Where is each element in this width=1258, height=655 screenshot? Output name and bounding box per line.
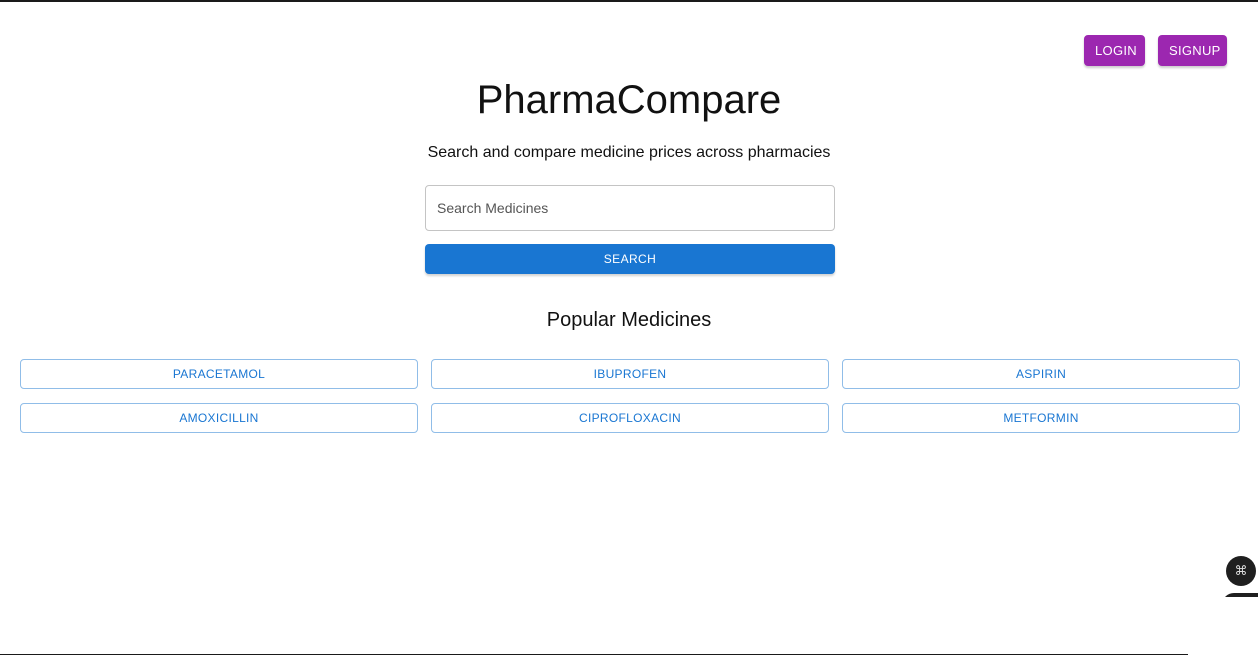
command-icon: ⌘ [1234,563,1248,578]
page-title: PharmaCompare [476,78,782,122]
popular-medicines-heading: Popular Medicines [546,309,712,331]
search-field [425,185,835,231]
medicine-button-amoxicillin[interactable]: AMOXICILLIN [20,403,418,433]
top-border [0,0,1258,2]
page-footer-area [1190,597,1258,654]
search-input[interactable] [426,186,834,230]
medicine-button-ibuprofen[interactable]: IBUPROFEN [431,359,829,389]
login-button[interactable]: LOGIN [1084,35,1145,66]
medicine-button-metformin[interactable]: METFORMIN [842,403,1240,433]
medicine-button-paracetamol[interactable]: PARACETAMOL [20,359,418,389]
auth-buttons: LOGIN SIGNUP [1084,35,1227,66]
medicine-button-aspirin[interactable]: ASPIRIN [842,359,1240,389]
page-subtitle: Search and compare medicine prices acros… [427,144,831,161]
floating-action-button[interactable]: ⌘ [1226,556,1256,586]
medicine-button-ciprofloxacin[interactable]: CIPROFLOXACIN [431,403,829,433]
search-button[interactable]: SEARCH [425,244,835,274]
signup-button[interactable]: SIGNUP [1158,35,1227,66]
popular-medicines-grid: PARACETAMOL IBUPROFEN ASPIRIN AMOXICILLI… [20,359,1240,433]
